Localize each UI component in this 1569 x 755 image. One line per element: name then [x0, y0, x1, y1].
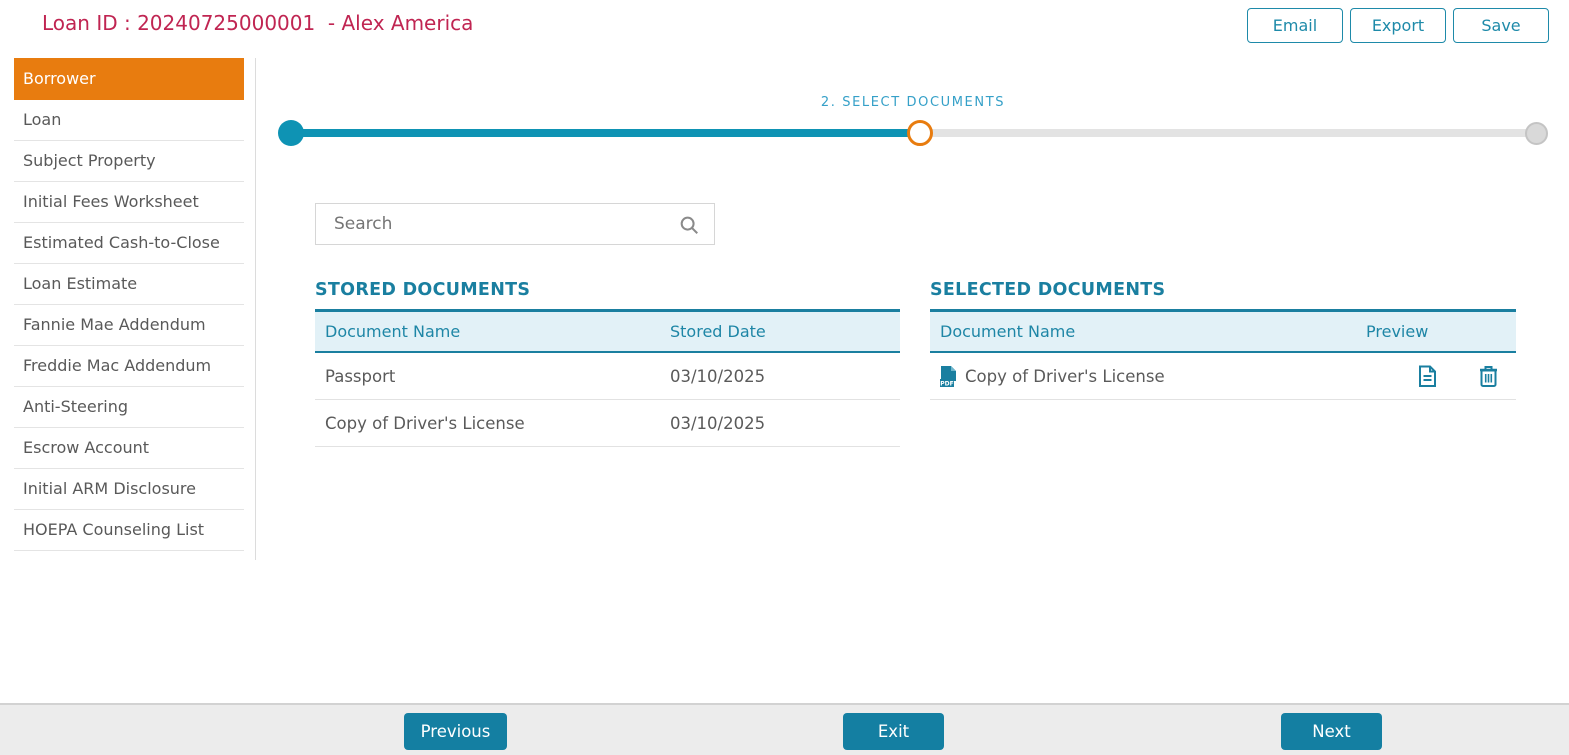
- stepper-dot-completed[interactable]: [278, 120, 304, 146]
- preview-document-icon: [1418, 365, 1437, 388]
- sidebar-item-initial-fees-worksheet[interactable]: Initial Fees Worksheet: [14, 182, 244, 223]
- selected-doc-actions: [1341, 365, 1516, 388]
- selected-documents-title: SELECTED DOCUMENTS: [930, 280, 1516, 300]
- stepper-progress-fill: [291, 129, 920, 137]
- selected-doc-name: Copy of Driver's License: [965, 367, 1165, 386]
- stepper-dot-active[interactable]: [907, 120, 933, 146]
- selected-documents-header-row: Document Name Preview: [930, 309, 1516, 353]
- sidebar-item-freddie-mac-addendum[interactable]: Freddie Mac Addendum: [14, 346, 244, 387]
- stored-doc-date: 03/10/2025: [670, 367, 900, 386]
- sidebar-item-estimated-cash-to-close[interactable]: Estimated Cash-to-Close: [14, 223, 244, 264]
- sidebar-item-loan-estimate[interactable]: Loan Estimate: [14, 264, 244, 305]
- column-header-document-name: Document Name: [315, 322, 670, 341]
- selected-doc-name-cell: PDF Copy of Driver's License: [930, 366, 1341, 387]
- search-input[interactable]: [316, 204, 656, 244]
- stored-doc-name[interactable]: Passport: [315, 367, 670, 386]
- sidebar-item-borrower[interactable]: Borrower: [14, 58, 244, 100]
- selected-documents-section: SELECTED DOCUMENTS Document Name Preview…: [930, 280, 1516, 400]
- sidebar-item-fannie-mae-addendum[interactable]: Fannie Mae Addendum: [14, 305, 244, 346]
- next-button[interactable]: Next: [1281, 713, 1382, 750]
- search-icon[interactable]: [678, 214, 700, 236]
- email-button[interactable]: Email: [1247, 8, 1343, 43]
- preview-document-button[interactable]: [1418, 365, 1437, 388]
- page-title: Loan ID : 20240725000001 - Alex America: [42, 11, 473, 35]
- table-row[interactable]: PDF Copy of Driver's License: [930, 353, 1516, 400]
- sidebar-item-loan[interactable]: Loan: [14, 100, 244, 141]
- stored-doc-date: 03/10/2025: [670, 414, 900, 433]
- sidebar-item-anti-steering[interactable]: Anti-Steering: [14, 387, 244, 428]
- previous-button[interactable]: Previous: [404, 713, 507, 750]
- sidebar-item-subject-property[interactable]: Subject Property: [14, 141, 244, 182]
- stored-documents-header-row: Document Name Stored Date: [315, 309, 900, 353]
- stepper-step-label: 2. SELECT DOCUMENTS: [763, 95, 1063, 110]
- sidebar-divider: [255, 58, 256, 560]
- stored-doc-name[interactable]: Copy of Driver's License: [315, 414, 670, 433]
- header-actions: Email Export Save: [1247, 8, 1549, 43]
- pdf-file-icon: PDF: [940, 366, 957, 387]
- sidebar-item-escrow-account[interactable]: Escrow Account: [14, 428, 244, 469]
- save-button[interactable]: Save: [1453, 8, 1549, 43]
- table-row[interactable]: Copy of Driver's License 03/10/2025: [315, 400, 900, 447]
- export-button[interactable]: Export: [1350, 8, 1446, 43]
- search-box: [315, 203, 715, 245]
- column-header-preview: Preview: [1341, 322, 1516, 341]
- stepper-dot-upcoming[interactable]: [1525, 122, 1548, 145]
- trash-icon: [1479, 365, 1498, 387]
- stored-documents-section: STORED DOCUMENTS Document Name Stored Da…: [315, 280, 900, 447]
- exit-button[interactable]: Exit: [843, 713, 944, 750]
- svg-text:PDF: PDF: [940, 380, 953, 387]
- footer-bar: Previous Exit Next: [0, 703, 1569, 755]
- table-row[interactable]: Passport 03/10/2025: [315, 353, 900, 400]
- stored-documents-title: STORED DOCUMENTS: [315, 280, 900, 300]
- delete-document-button[interactable]: [1479, 365, 1498, 387]
- sidebar-item-hoepa-counseling-list[interactable]: HOEPA Counseling List: [14, 510, 244, 551]
- sidebar-item-initial-arm-disclosure[interactable]: Initial ARM Disclosure: [14, 469, 244, 510]
- sidebar: Borrower Loan Subject Property Initial F…: [14, 58, 244, 551]
- column-header-document-name: Document Name: [930, 322, 1341, 341]
- column-header-stored-date: Stored Date: [670, 322, 900, 341]
